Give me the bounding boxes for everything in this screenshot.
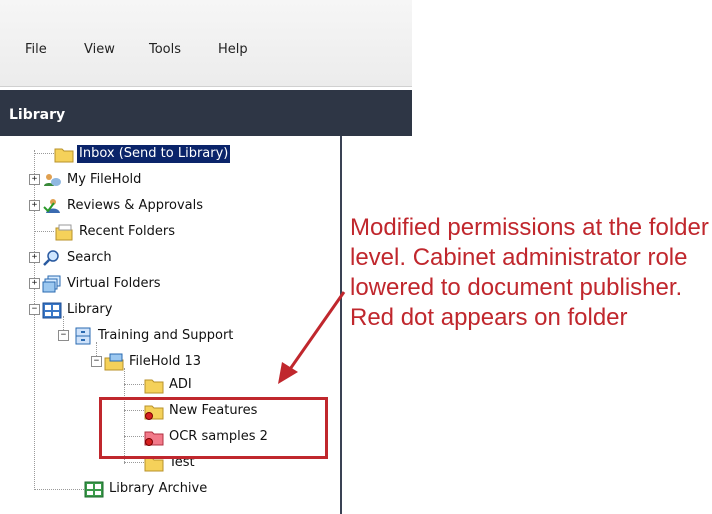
tree-item-search[interactable]: Search [42, 247, 114, 269]
collapse-toggle[interactable]: − [29, 304, 40, 315]
tree-item-label: Library Archive [109, 481, 208, 496]
annotation-arrow [278, 291, 346, 384]
tree-item-label: Recent Folders [79, 224, 176, 239]
search-icon [42, 249, 62, 267]
tree-item-virtual[interactable]: Virtual Folders [42, 273, 163, 295]
recent-folders-icon [54, 223, 74, 241]
users-icon [42, 171, 62, 189]
tree-item-label: My FileHold [67, 172, 142, 187]
tree-item-recent[interactable]: Recent Folders [54, 221, 177, 243]
tree-item-inbox[interactable]: Inbox (Send to Library) [54, 143, 231, 165]
folder-icon [54, 145, 74, 163]
tree-item-adi[interactable]: ADI [144, 374, 194, 396]
folder-icon [144, 376, 164, 394]
collapse-toggle[interactable]: − [91, 356, 102, 367]
expand-toggle[interactable]: + [29, 252, 40, 263]
panel-title: Library [9, 107, 66, 123]
reviews-icon [42, 197, 62, 215]
library-icon [42, 301, 62, 319]
menu-file[interactable]: File [25, 42, 47, 57]
tree-item-label: Virtual Folders [67, 276, 161, 291]
tree-item-filehold13[interactable]: FileHold 13 [104, 351, 203, 373]
menu-tools[interactable]: Tools [149, 42, 181, 57]
expand-toggle[interactable]: + [29, 200, 40, 211]
tree-line [34, 231, 54, 232]
virtual-folders-icon [42, 275, 62, 293]
tree-item-training[interactable]: Training and Support [73, 325, 235, 347]
expand-toggle[interactable]: + [29, 174, 40, 185]
tree-line [34, 153, 54, 154]
tree-item-label: Reviews & Approvals [67, 198, 204, 213]
tree-line [34, 489, 84, 490]
tree-item-label: ADI [169, 377, 192, 392]
menu-view[interactable]: View [84, 42, 115, 57]
tree-item-label: Library [67, 302, 113, 317]
expand-toggle[interactable]: + [29, 278, 40, 289]
tree-item-library-archive[interactable]: Library Archive [84, 478, 209, 500]
library-archive-icon [84, 480, 104, 498]
cabinet-icon [73, 327, 93, 345]
tree-item-my-filehold[interactable]: My FileHold [42, 169, 143, 191]
menu-bar: File View Tools Help [0, 0, 412, 87]
highlight-box [99, 397, 328, 459]
tree-item-label: FileHold 13 [129, 354, 202, 369]
tree-item-label: Search [67, 250, 112, 265]
tree-item-reviews[interactable]: Reviews & Approvals [42, 195, 205, 217]
tree-item-label: Inbox (Send to Library) [77, 145, 231, 163]
tree-item-label: Training and Support [98, 328, 234, 343]
annotation-text: Modified permissions at the folder level… [350, 214, 709, 331]
tree-line [124, 384, 144, 385]
menu-help[interactable]: Help [218, 42, 248, 57]
drawer-icon [104, 353, 124, 371]
tree-item-library[interactable]: Library [42, 299, 114, 321]
tree-line [124, 462, 144, 463]
collapse-toggle[interactable]: − [58, 330, 69, 341]
